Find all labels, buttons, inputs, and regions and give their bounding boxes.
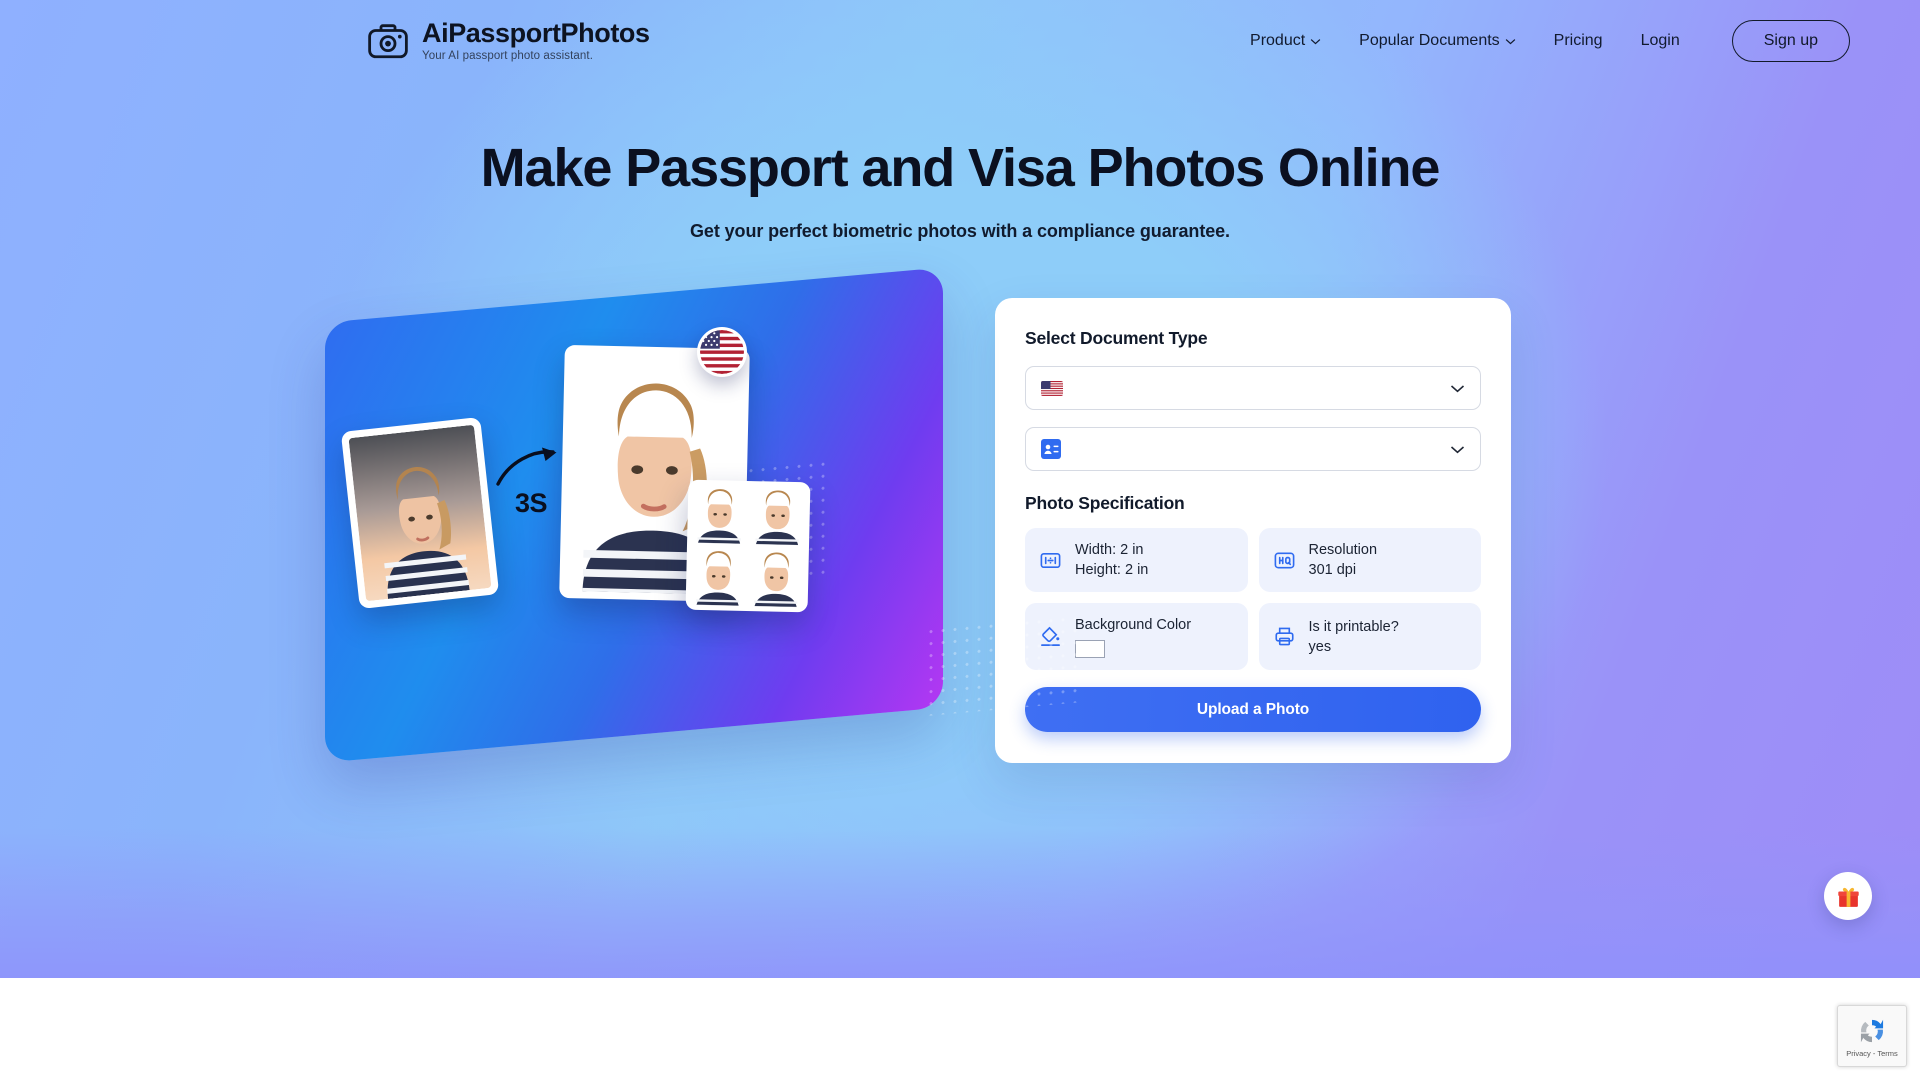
hero-section: AiPassportPhotos Your AI passport photo … <box>0 0 1920 978</box>
card-title: Select Document Type <box>1025 328 1208 348</box>
brand-logo[interactable]: AiPassportPhotos Your AI passport photo … <box>367 17 650 63</box>
spec-resolution-text: Resolution 301 dpi <box>1309 540 1378 580</box>
id-card-icon <box>1041 439 1061 459</box>
sheet-photo <box>750 486 806 546</box>
spec-printable-line2: yes <box>1308 638 1332 655</box>
nav-item-login-label: Login <box>1640 32 1680 49</box>
nav-item-product-label: Product <box>1250 32 1306 49</box>
top-navigation: AiPassportPhotos Your AI passport photo … <box>0 0 1920 82</box>
document-type-select[interactable] <box>1025 427 1481 471</box>
document-type-select-value <box>1041 439 1450 459</box>
curved-arrow-icon <box>496 447 557 486</box>
nav-item-popular-documents-label: Popular Documents <box>1359 32 1500 49</box>
hq-icon <box>1274 551 1294 569</box>
hero-content: 3S Select Document Type Photo Specificat… <box>325 267 1595 809</box>
print-sheet-grid <box>690 484 806 608</box>
chevron-down-icon <box>1450 384 1465 392</box>
recaptcha-text: Privacy - Terms <box>1846 1049 1898 1058</box>
spec-resolution-line2: 301 dpi <box>1308 562 1357 578</box>
camera-icon <box>367 20 409 62</box>
spec-dimensions: Width: 2 in Height: 2 in <box>1025 528 1248 592</box>
spec-resolution-line1: Resolution <box>1308 542 1378 558</box>
spec-dimensions-text: Width: 2 in Height: 2 in <box>1075 540 1148 580</box>
hero-illustration: 3S <box>325 267 1085 809</box>
photo-specification-grid: Width: 2 in Height: 2 in Resolution 301 … <box>1025 528 1481 670</box>
upload-photo-button[interactable]: Upload a Photo <box>1025 687 1481 732</box>
transform-seconds: 3S <box>514 488 548 518</box>
brand-tagline: Your AI passport photo assistant. <box>422 49 594 62</box>
spec-resolution: Resolution 301 dpi <box>1258 528 1481 592</box>
nav-item-pricing-label: Pricing <box>1553 32 1603 49</box>
nav-item-login[interactable]: Login <box>1641 32 1680 50</box>
sheet-photo <box>690 546 746 606</box>
dot-pattern <box>925 611 1085 717</box>
nav-links: Product Popular Documents Pricing Login … <box>1250 20 1850 62</box>
page-title: Make Passport and Visa Photos Online <box>480 138 1441 198</box>
brand-name: AiPassportPhotos <box>422 17 650 48</box>
chevron-down-icon <box>1450 445 1465 453</box>
transform-arrow: 3S <box>495 444 565 524</box>
sheet-photo <box>692 484 748 544</box>
gift-button[interactable] <box>1824 872 1872 920</box>
spec-dimensions-line1: Width: 2 in <box>1075 542 1144 558</box>
nav-item-product[interactable]: Product <box>1250 32 1321 50</box>
spec-printable-line1: Is it printable? <box>1308 618 1399 635</box>
dimensions-icon <box>1040 552 1061 568</box>
recaptcha-badge[interactable]: Privacy - Terms <box>1837 1005 1907 1067</box>
printer-icon <box>1274 627 1294 646</box>
us-flag-badge <box>697 327 747 377</box>
photo-specification-title: Photo Specification <box>1025 493 1185 513</box>
spec-background-color-text: Background Color <box>1075 615 1191 658</box>
nav-item-pricing[interactable]: Pricing <box>1554 32 1603 50</box>
recaptcha-icon <box>1860 1019 1884 1043</box>
signup-button[interactable]: Sign up <box>1731 20 1850 62</box>
chevron-down-icon <box>1505 38 1515 44</box>
sheet-photo <box>748 548 804 608</box>
country-select[interactable] <box>1025 366 1481 410</box>
gift-icon <box>1837 887 1859 907</box>
spec-printable-text: Is it printable? yes <box>1309 617 1399 657</box>
country-select-value <box>1041 380 1450 396</box>
nav-item-popular-documents[interactable]: Popular Documents <box>1359 32 1516 50</box>
us-flag-icon <box>700 330 744 374</box>
us-flag-icon <box>1041 380 1063 396</box>
chevron-down-icon <box>1310 38 1321 44</box>
spec-dimensions-line2: Height: 2 in <box>1075 562 1149 578</box>
before-photo-card <box>340 416 500 610</box>
before-photo <box>348 424 492 602</box>
spec-background-color-label: Background Color <box>1075 617 1192 633</box>
print-sheet-card <box>685 479 811 613</box>
page-subtitle: Get your perfect biometric photos with a… <box>690 221 1230 241</box>
spec-printable: Is it printable? yes <box>1258 603 1481 670</box>
